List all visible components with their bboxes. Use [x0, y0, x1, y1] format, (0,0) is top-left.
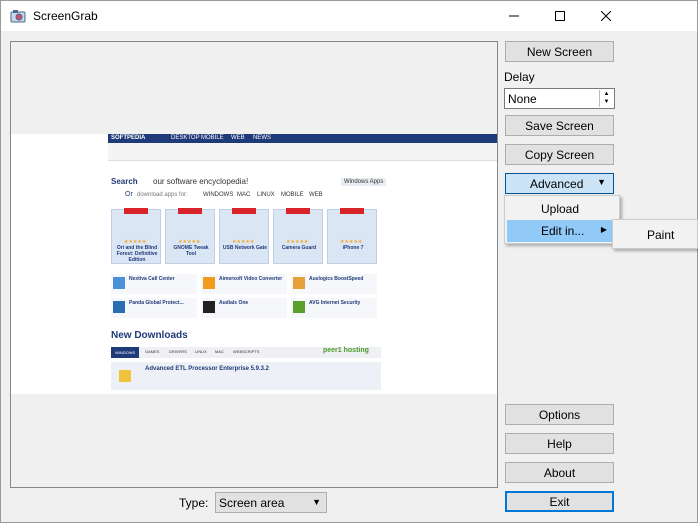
- site-mini-item: Auslogics BoostSpeed: [291, 274, 377, 294]
- site-card: ★★★★★ Camera Guard: [273, 208, 323, 264]
- site-nav-mobile: MOBILE: [201, 135, 224, 141]
- site-search-label: Search: [111, 177, 138, 186]
- site-subheader: [108, 143, 497, 161]
- site-platform-mobile: MOBILE: [281, 192, 304, 198]
- spin-up-icon[interactable]: ▲: [600, 90, 613, 98]
- site-logo: SOFTPEDIA: [111, 135, 146, 141]
- site-download-item: Advanced ETL Processor Enterprise 5.9.3.…: [111, 362, 381, 390]
- maximize-button[interactable]: [537, 1, 583, 31]
- site-card: ★★★★★ iPhone 7: [327, 208, 377, 264]
- captured-screenshot: SOFTPEDIA DESKTOP MOBILE WEB NEWS Search…: [11, 134, 497, 394]
- app-camera-icon: [10, 10, 26, 23]
- delay-label: Delay: [504, 70, 535, 84]
- site-card: ★★★★★ GNOME Tweak Tool: [165, 208, 215, 264]
- site-nav-web: WEB: [231, 135, 245, 141]
- type-select[interactable]: Screen area ▼: [215, 492, 327, 513]
- site-nav-news: NEWS: [253, 135, 271, 141]
- site-search-value: our software encyclopedia!: [153, 177, 249, 186]
- site-platform-mac: MAC: [237, 192, 251, 198]
- close-button[interactable]: [583, 1, 629, 31]
- site-header: [108, 134, 497, 143]
- menu-item-edit-in[interactable]: Edit in... ▶: [507, 220, 617, 242]
- minimize-icon: [509, 15, 519, 17]
- help-button[interactable]: Help: [505, 433, 614, 454]
- site-new-downloads-title: New Downloads: [111, 330, 188, 341]
- copy-screen-button[interactable]: Copy Screen: [505, 144, 614, 165]
- submenu-item-paint[interactable]: Paint: [647, 228, 674, 242]
- options-button[interactable]: Options: [505, 404, 614, 425]
- site-platform-linux: LINUX: [257, 192, 275, 198]
- advanced-menu: Upload Edit in... ▶: [504, 195, 620, 244]
- advanced-label: Advanced: [530, 177, 584, 191]
- save-screen-button[interactable]: Save Screen: [505, 115, 614, 136]
- site-mini-item: Panda Global Protect...: [111, 298, 197, 318]
- site-search-scope: Windows Apps: [341, 178, 387, 186]
- site-mini-item: Nextiva Call Center: [111, 274, 197, 294]
- about-button[interactable]: About: [505, 462, 614, 483]
- type-label: Type:: [179, 496, 209, 510]
- minimize-button[interactable]: [491, 1, 537, 31]
- site-mini-item: AVG Internet Security: [291, 298, 377, 318]
- site-or-text: Or: [125, 191, 133, 198]
- delay-spin-arrows[interactable]: ▲ ▼: [599, 90, 613, 107]
- site-card: ★★★★★ USB Network Gate: [219, 208, 269, 264]
- chevron-right-icon: ▶: [600, 225, 607, 234]
- delay-value: None: [508, 92, 537, 106]
- advanced-button[interactable]: Advanced ▼: [505, 173, 614, 194]
- chevron-down-icon: ▼: [597, 177, 606, 187]
- site-mini-item: Audials One: [201, 298, 287, 318]
- type-value: Screen area: [219, 496, 285, 510]
- spin-down-icon[interactable]: ▼: [600, 98, 613, 106]
- menu-item-upload[interactable]: Upload: [507, 198, 617, 220]
- site-download-tabs: WINDOWS GAMES DRIVERS LINUX MAC WEBSCRIP…: [111, 347, 381, 358]
- site-nav-desktop: DESKTOP: [171, 135, 200, 141]
- site-platform-web: WEB: [309, 192, 323, 198]
- site-browse-text: download apps for:: [137, 192, 188, 198]
- edit-in-submenu: Paint: [612, 219, 698, 249]
- chevron-down-icon: ▼: [312, 497, 321, 507]
- title-bar: ScreenGrab: [0, 0, 698, 31]
- screenshot-preview: SOFTPEDIA DESKTOP MOBILE WEB NEWS Search…: [10, 41, 498, 488]
- new-screen-button[interactable]: New Screen: [505, 41, 614, 62]
- close-icon: [601, 11, 611, 21]
- site-platform-windows: WINDOWS: [203, 192, 234, 198]
- site-card: ★★★★★ Ori and the Blind Forest: Definitiv…: [111, 208, 161, 264]
- delay-spinbox[interactable]: None ▲ ▼: [504, 88, 615, 109]
- window-title: ScreenGrab: [33, 9, 98, 23]
- maximize-icon: [555, 11, 565, 21]
- exit-button[interactable]: Exit: [505, 491, 614, 512]
- site-mini-item: Aimersoft Video Converter: [201, 274, 287, 294]
